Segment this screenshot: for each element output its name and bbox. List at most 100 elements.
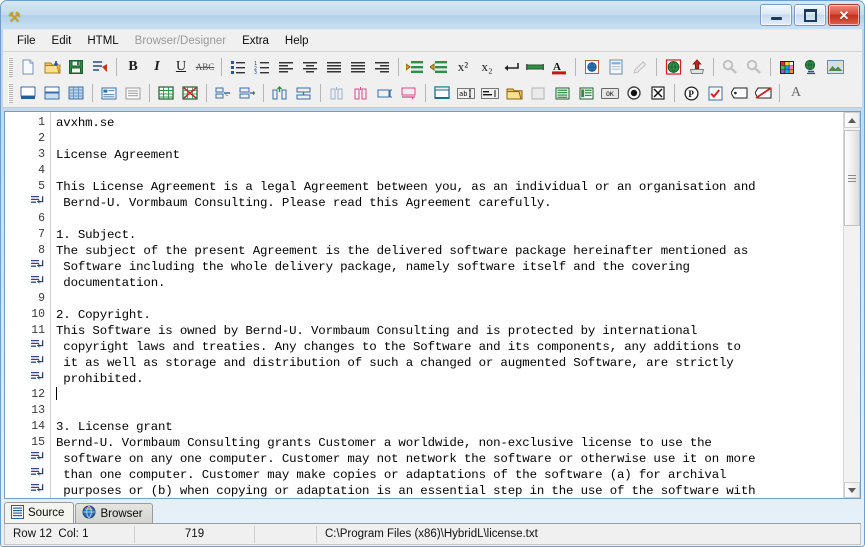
select-list-icon[interactable] xyxy=(550,82,574,105)
code-line[interactable]: Bernd-U. Vormbaum Consulting grants Cust… xyxy=(56,435,843,451)
code-line[interactable]: prohibited. xyxy=(56,371,843,387)
table-cell-split-icon[interactable] xyxy=(235,82,259,105)
code-line[interactable] xyxy=(56,403,843,419)
bullet-list-icon[interactable] xyxy=(226,56,250,79)
tab-browser[interactable]: Browser xyxy=(75,503,153,523)
radio-button-icon[interactable] xyxy=(622,82,646,105)
frame-grid-icon[interactable] xyxy=(64,82,88,105)
strikethrough-icon[interactable]: ABC xyxy=(193,56,217,79)
scrollbar-thumb[interactable] xyxy=(844,130,860,226)
code-line[interactable]: software on any one computer. Customer m… xyxy=(56,451,843,467)
insert-column-left-icon[interactable] xyxy=(268,82,292,105)
code-line[interactable] xyxy=(56,387,843,403)
code-line[interactable]: 3. License grant xyxy=(56,419,843,435)
file-upload-field-icon[interactable] xyxy=(502,82,526,105)
open-folder-icon[interactable] xyxy=(40,56,64,79)
line-break-icon[interactable] xyxy=(499,56,523,79)
code-line[interactable]: Bernd-U. Vormbaum Consulting. Please rea… xyxy=(56,195,843,211)
tab-source[interactable]: Source xyxy=(4,502,75,523)
page-properties-icon[interactable] xyxy=(604,56,628,79)
checkbox-edit-icon[interactable] xyxy=(703,82,727,105)
indent-increase-icon[interactable] xyxy=(403,56,427,79)
code-line[interactable]: purposes or (b) when copying or adaptati… xyxy=(56,483,843,498)
code-line[interactable]: This Software is owned by Bernd-U. Vormb… xyxy=(56,323,843,339)
delete-row-icon[interactable] xyxy=(349,82,373,105)
code-line[interactable]: copyright laws and treaties. Any changes… xyxy=(56,339,843,355)
save-icon[interactable] xyxy=(64,56,88,79)
code-line[interactable]: than one computer. Customer may make cop… xyxy=(56,467,843,483)
vertical-scrollbar[interactable] xyxy=(843,112,860,498)
horizontal-rule-icon[interactable] xyxy=(523,56,547,79)
text-field-icon[interactable]: ab xyxy=(454,82,478,105)
tag-icon[interactable] xyxy=(727,82,751,105)
checkbox-icon[interactable] xyxy=(646,82,670,105)
code-line[interactable] xyxy=(56,131,843,147)
save-all-icon[interactable] xyxy=(88,56,112,79)
toolbar-grip[interactable] xyxy=(8,83,13,103)
align-justify-icon[interactable] xyxy=(322,56,346,79)
insert-row-icon[interactable] xyxy=(292,82,316,105)
align-block-icon[interactable] xyxy=(346,56,370,79)
toolbar-grip[interactable] xyxy=(8,57,13,77)
code-line[interactable]: License Agreement xyxy=(56,147,843,163)
source-editor[interactable]: 1 2 3 4 5 6 7 8 9 10 11 12 13 14 15 avxhm.se License Ag… xyxy=(4,111,861,499)
italic-icon[interactable]: I xyxy=(145,56,169,79)
new-document-icon[interactable] xyxy=(16,56,40,79)
code-line[interactable] xyxy=(56,211,843,227)
submit-button-icon[interactable]: OK xyxy=(598,82,622,105)
menu-item-edit[interactable]: Edit xyxy=(44,33,80,49)
font-color-icon[interactable]: A xyxy=(547,56,571,79)
multi-select-icon[interactable] xyxy=(574,82,598,105)
superscript-icon[interactable]: x² xyxy=(451,56,475,79)
numbered-list-icon[interactable]: 123 xyxy=(250,56,274,79)
form-icon[interactable] xyxy=(430,82,454,105)
maximize-button[interactable] xyxy=(794,4,826,26)
code-line[interactable]: The subject of the present Agreement is … xyxy=(56,243,843,259)
paragraph-block-icon[interactable] xyxy=(121,82,145,105)
scroll-up-button[interactable] xyxy=(844,112,860,128)
align-right-icon[interactable] xyxy=(370,56,394,79)
layer-icon[interactable] xyxy=(97,82,121,105)
code-line[interactable]: 2. Copyright. xyxy=(56,307,843,323)
code-line[interactable]: Software including the whole delivery pa… xyxy=(56,259,843,275)
code-line[interactable]: avxhm.se xyxy=(56,115,843,131)
delete-table-icon[interactable] xyxy=(178,82,202,105)
underline-icon[interactable]: U xyxy=(169,56,193,79)
globe-world-icon[interactable] xyxy=(661,56,685,79)
delete-column-icon[interactable] xyxy=(325,82,349,105)
menu-item-html[interactable]: HTML xyxy=(79,33,126,49)
paragraph-tag-icon[interactable]: P xyxy=(679,82,703,105)
menu-item-extra[interactable]: Extra xyxy=(234,33,277,49)
table-width-icon[interactable] xyxy=(373,82,397,105)
indent-decrease-icon[interactable] xyxy=(427,56,451,79)
bold-icon[interactable]: B xyxy=(121,56,145,79)
color-palette-icon[interactable] xyxy=(775,56,799,79)
hyperlink-globe-icon[interactable] xyxy=(799,56,823,79)
insert-table-icon[interactable] xyxy=(154,82,178,105)
table-cell-merge-icon[interactable]: c xyxy=(211,82,235,105)
code-line[interactable]: 1. Subject. xyxy=(56,227,843,243)
close-button[interactable]: ✕ xyxy=(828,4,860,26)
minimize-button[interactable] xyxy=(760,4,792,26)
align-left-icon[interactable] xyxy=(274,56,298,79)
browser-preview-icon[interactable] xyxy=(580,56,604,79)
frame-split-icon[interactable] xyxy=(40,82,64,105)
table-height-icon[interactable] xyxy=(397,82,421,105)
font-icon[interactable]: A xyxy=(784,82,808,105)
menu-item-file[interactable]: File xyxy=(9,33,44,49)
code-line[interactable] xyxy=(56,291,843,307)
frame-bottom-icon[interactable] xyxy=(16,82,40,105)
hidden-field-icon[interactable] xyxy=(526,82,550,105)
align-center-icon[interactable] xyxy=(298,56,322,79)
code-line[interactable]: documentation. xyxy=(56,275,843,291)
scroll-down-button[interactable] xyxy=(844,482,860,498)
text-area-icon[interactable] xyxy=(478,82,502,105)
insert-image-icon[interactable] xyxy=(823,56,847,79)
remove-tag-icon[interactable] xyxy=(751,82,775,105)
menu-item-help[interactable]: Help xyxy=(277,33,317,49)
upload-ftp-icon[interactable] xyxy=(685,56,709,79)
code-line[interactable]: it as well as storage and distribution o… xyxy=(56,355,843,371)
code-line[interactable] xyxy=(56,163,843,179)
code-line[interactable]: This License Agreement is a legal Agreem… xyxy=(56,179,843,195)
subscript-icon[interactable]: x₂ xyxy=(475,56,499,79)
